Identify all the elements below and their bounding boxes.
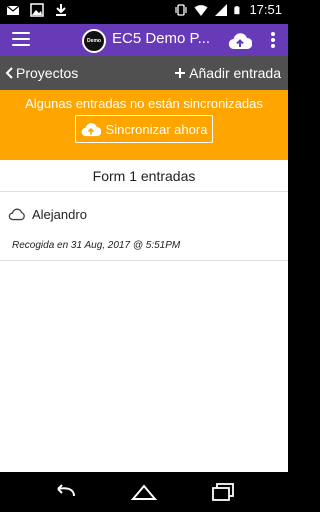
status-bar: 17:51 bbox=[0, 0, 288, 24]
mail-icon bbox=[6, 5, 20, 15]
app-bar: Demo EC5 Demo P... bbox=[0, 24, 288, 56]
back-to-projects-button[interactable]: Proyectos bbox=[5, 65, 78, 81]
overflow-menu-icon[interactable] bbox=[270, 32, 276, 50]
image-icon bbox=[30, 3, 44, 17]
wifi-icon bbox=[194, 4, 208, 16]
entry-name: Alejandro bbox=[32, 207, 87, 222]
app-title: EC5 Demo P... bbox=[112, 30, 211, 47]
app-logo: Demo bbox=[82, 29, 106, 53]
entry-collected-date: Recogida en 31 Aug, 2017 @ 5:51PM bbox=[12, 240, 181, 251]
add-entry-label: Añadir entrada bbox=[189, 65, 281, 81]
signal-icon bbox=[215, 3, 228, 16]
download-icon bbox=[56, 4, 66, 16]
back-label: Proyectos bbox=[16, 65, 79, 81]
menu-icon[interactable] bbox=[12, 32, 30, 48]
sync-now-label: Sincronizar ahora bbox=[105, 121, 208, 137]
system-nav-bar bbox=[0, 472, 288, 512]
chevron-left-icon bbox=[5, 67, 13, 79]
back-nav-icon[interactable] bbox=[52, 482, 78, 502]
list-item[interactable]: Alejandro Recogida en 31 Aug, 2017 @ 5:5… bbox=[0, 193, 288, 261]
home-nav-icon[interactable] bbox=[131, 482, 157, 502]
list-header: Form 1 entradas bbox=[0, 160, 288, 192]
battery-icon bbox=[234, 5, 240, 14]
unsynced-message: Algunas entradas no están sincronizadas bbox=[25, 96, 263, 111]
unsynced-banner: Algunas entradas no están sincronizadas … bbox=[0, 90, 288, 160]
status-time: 17:51 bbox=[249, 2, 282, 17]
sub-toolbar: Proyectos Añadir entrada bbox=[0, 56, 288, 90]
add-entry-button[interactable]: Añadir entrada bbox=[174, 65, 281, 81]
cloud-upload-icon bbox=[81, 122, 101, 136]
entries-list: Form 1 entradas Alejandro Recogida en 31… bbox=[0, 160, 288, 472]
cloud-icon bbox=[8, 208, 25, 221]
cloud-upload-icon[interactable] bbox=[228, 32, 252, 50]
sync-now-button[interactable]: Sincronizar ahora bbox=[75, 115, 213, 143]
recents-nav-icon[interactable] bbox=[210, 482, 236, 502]
plus-icon bbox=[175, 68, 186, 78]
vibrate-icon bbox=[175, 3, 188, 16]
